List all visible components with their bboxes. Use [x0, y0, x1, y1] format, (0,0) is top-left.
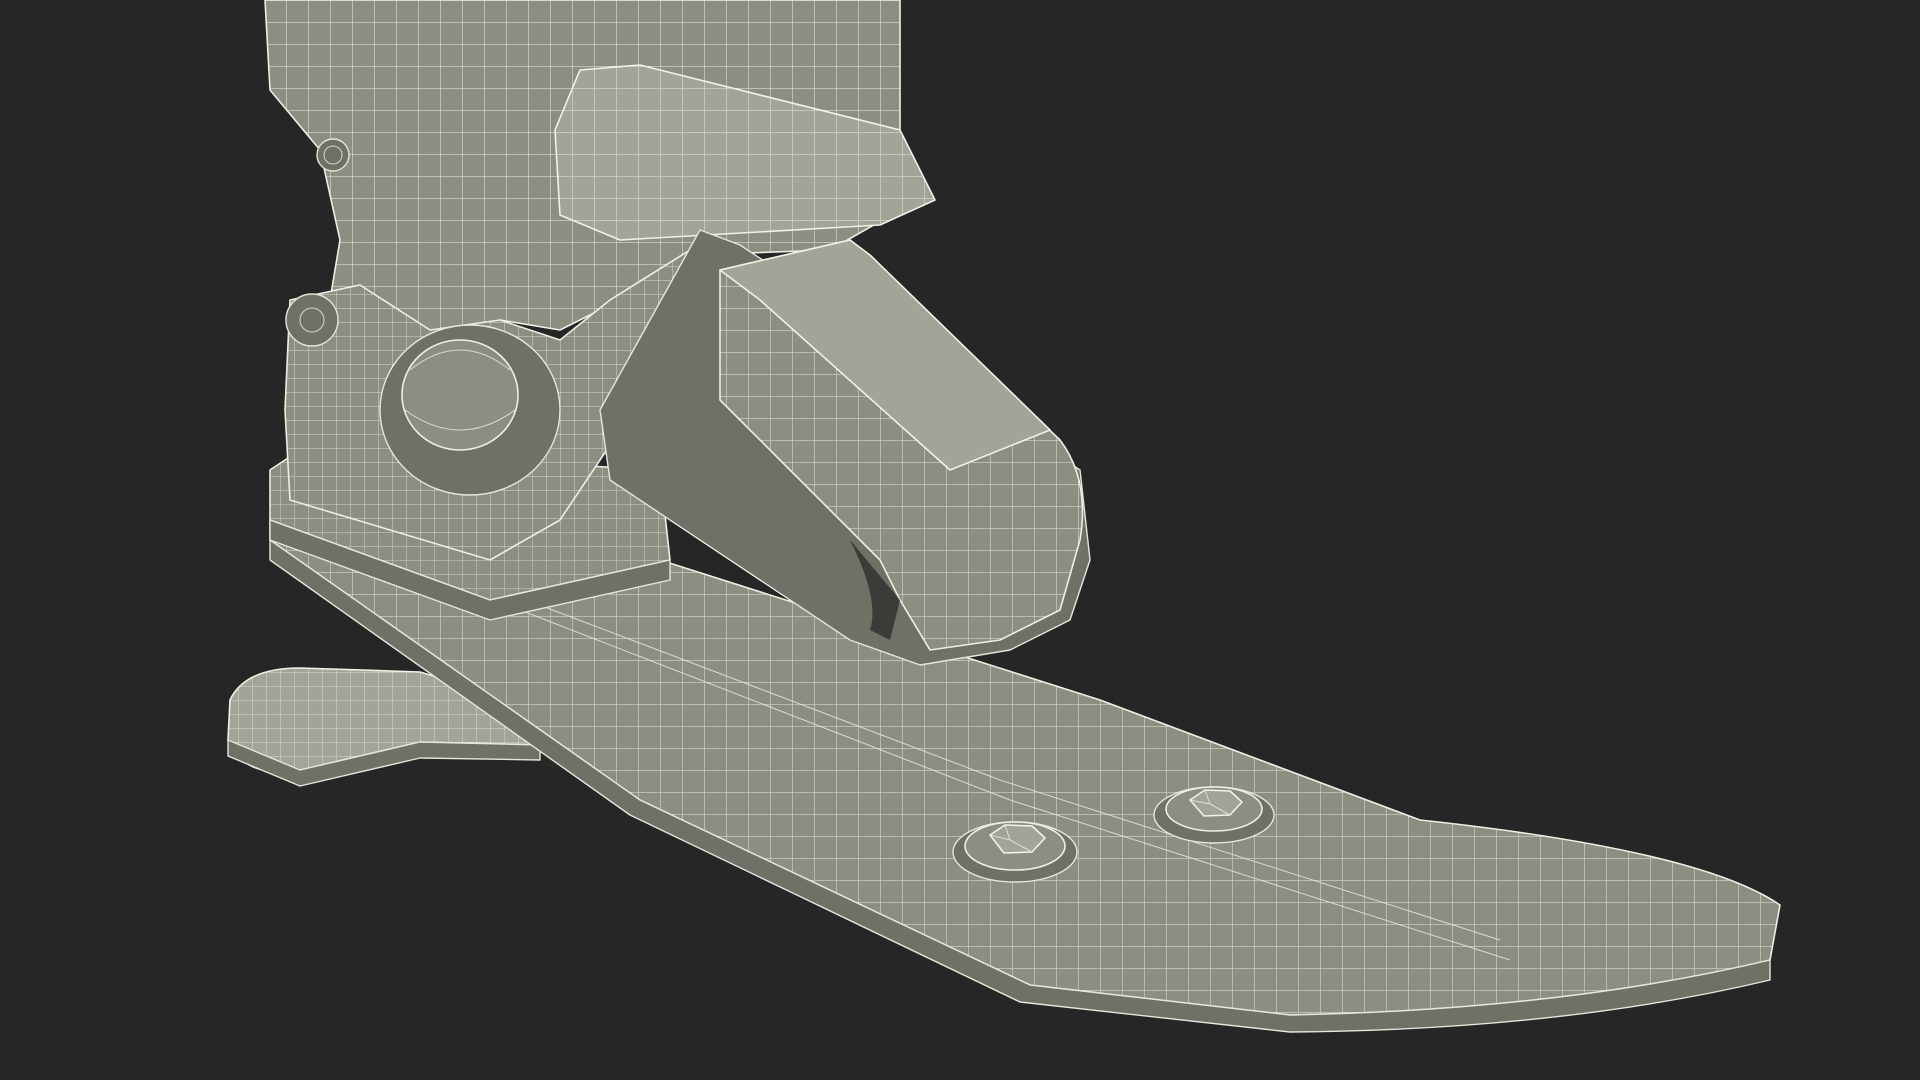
hex-bolt — [1153, 786, 1275, 844]
hex-bolt — [952, 821, 1078, 883]
render-viewport — [227, 0, 1781, 1033]
